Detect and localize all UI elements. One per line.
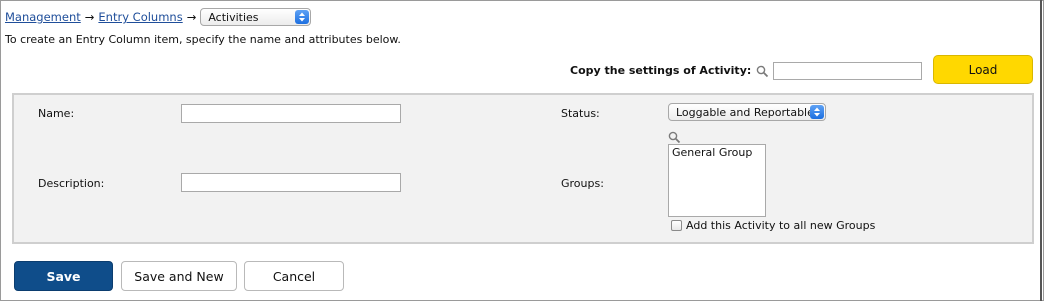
select-stepper-icon (295, 10, 310, 24)
add-to-groups-row[interactable]: Add this Activity to all new Groups (671, 219, 875, 232)
cancel-button[interactable]: Cancel (244, 261, 344, 291)
groups-label: Groups: (561, 177, 604, 190)
name-label: Name: (38, 107, 75, 120)
status-value: Loggable and Reportable (676, 105, 814, 119)
add-to-groups-label: Add this Activity to all new Groups (686, 219, 876, 232)
description-label: Description: (38, 177, 105, 190)
breadcrumb-separator: → (186, 10, 197, 24)
entry-column-type-value: Activities (208, 10, 259, 24)
description-input[interactable] (181, 173, 401, 192)
breadcrumb-management-link[interactable]: Management (5, 10, 81, 24)
load-button[interactable]: Load (933, 55, 1033, 84)
breadcrumb-entry-columns-link[interactable]: Entry Columns (98, 10, 182, 24)
groups-search-icon[interactable] (668, 131, 681, 144)
breadcrumb: Management → Entry Columns → Activities (5, 8, 312, 26)
groups-listbox[interactable]: General Group (668, 144, 766, 217)
status-select[interactable]: Loggable and Reportable (668, 103, 826, 121)
select-stepper-icon (810, 105, 824, 119)
save-button[interactable]: Save (14, 261, 113, 291)
add-to-groups-checkbox[interactable] (671, 220, 682, 231)
breadcrumb-separator: → (84, 10, 95, 24)
form-panel (12, 93, 1034, 244)
name-input[interactable] (181, 104, 401, 123)
search-icon[interactable] (756, 65, 769, 78)
groups-option[interactable]: General Group (672, 146, 762, 159)
window-edge (1040, 0, 1042, 301)
save-and-new-button[interactable]: Save and New (121, 261, 237, 291)
intro-text: To create an Entry Column item, specify … (5, 33, 401, 46)
entry-column-type-select[interactable]: Activities (200, 8, 312, 26)
copy-settings-input[interactable] (773, 62, 922, 80)
copy-settings-label: Copy the settings of Activity: (570, 64, 752, 77)
status-label: Status: (561, 107, 600, 120)
